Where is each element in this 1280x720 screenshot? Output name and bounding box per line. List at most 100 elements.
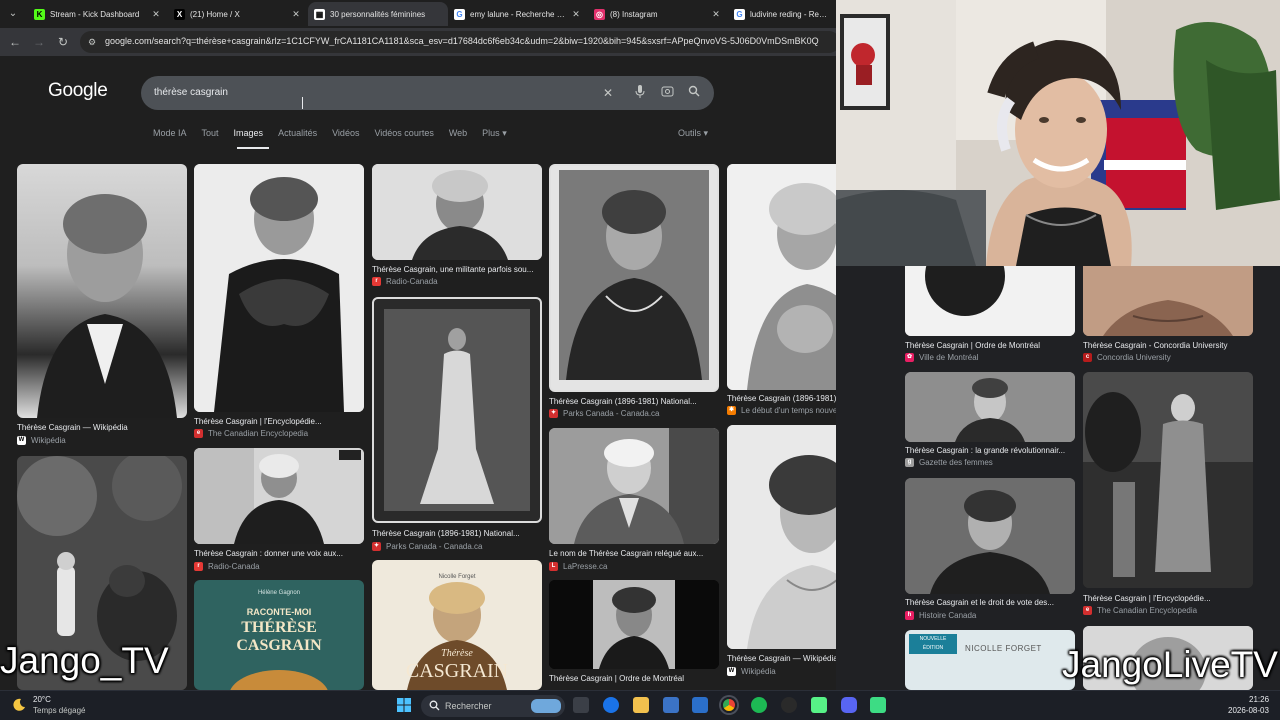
windows-start-icon[interactable] xyxy=(396,697,412,713)
result-caption[interactable]: Thérèse Casgrain — Wikipédia xyxy=(727,654,836,663)
forward-icon[interactable]: → xyxy=(31,34,47,50)
tab-ludivine-reding[interactable]: G ludivine reding - Recher xyxy=(728,2,836,26)
search-icon[interactable] xyxy=(686,85,702,101)
result-source[interactable]: c Concordia University xyxy=(1083,353,1253,362)
tab-tout[interactable]: Tout xyxy=(202,128,219,142)
reload-icon[interactable]: ↻ xyxy=(55,34,71,50)
address-bar[interactable]: ⚙ google.com/search?q=thérèse+casgrain&r… xyxy=(80,31,840,53)
tab-videos-courtes[interactable]: Vidéos courtes xyxy=(374,128,433,142)
file-explorer-icon[interactable] xyxy=(633,697,649,713)
search-tabs: Mode IA Tout Images Actualités Vidéos Vi… xyxy=(153,128,522,142)
camera-lens-icon[interactable] xyxy=(659,85,675,101)
book-cover-image[interactable]: Nicolle Forget Thérèse CASGRAIN xyxy=(372,560,542,690)
result-image[interactable] xyxy=(17,164,187,418)
edge-icon[interactable] xyxy=(603,697,619,713)
result-caption[interactable]: Thérèse Casgrain (1896-1981) - Le début … xyxy=(727,394,836,403)
store-icon[interactable] xyxy=(663,697,679,713)
tab-x-home[interactable]: X (21) Home / X ✕ xyxy=(168,2,308,26)
tab-actualites[interactable]: Actualités xyxy=(278,128,317,142)
result-image[interactable] xyxy=(372,297,542,523)
result-source[interactable]: r Radio-Canada xyxy=(372,277,542,286)
result-source[interactable]: e The Canadian Encyclopedia xyxy=(194,429,364,438)
close-tab-icon[interactable]: ✕ xyxy=(290,9,302,20)
result-source[interactable]: g Gazette des femmes xyxy=(905,458,1075,467)
search-box[interactable]: thérèse casgrain ✕ xyxy=(141,76,714,110)
app-icon[interactable] xyxy=(870,697,886,713)
task-view-icon[interactable] xyxy=(573,697,589,713)
result-source[interactable]: W Wikipédia xyxy=(727,667,836,676)
tab-search-icon[interactable]: ⌄ xyxy=(4,5,22,23)
clear-icon[interactable]: ✕ xyxy=(600,85,616,101)
taskbar-search[interactable]: Rechercher xyxy=(421,695,565,717)
result-source[interactable]: ✦ Parks Canada - Canada.ca xyxy=(372,542,542,551)
weather-description[interactable]: Temps dégagé xyxy=(33,706,85,715)
tab-videos[interactable]: Vidéos xyxy=(332,128,359,142)
result-source[interactable]: h Histoire Canada xyxy=(905,611,1075,620)
tab-personnalites[interactable]: ▦ 30 personnalités féminines xyxy=(308,2,448,26)
chrome-icon[interactable] xyxy=(721,697,737,713)
result-caption[interactable]: Thérèse Casgrain — Wikipédia xyxy=(17,423,187,432)
result-image[interactable] xyxy=(549,428,719,544)
tab-instagram[interactable]: ◎ (8) Instagram ✕ xyxy=(588,2,728,26)
result-source[interactable]: ✦ Parks Canada - Canada.ca xyxy=(549,409,719,418)
microphone-icon[interactable] xyxy=(632,85,648,101)
result-image[interactable] xyxy=(372,164,542,260)
result-caption[interactable]: Thérèse Casgrain | l'Encyclopédie... xyxy=(1083,594,1253,603)
result-source[interactable]: W Wikipédia xyxy=(17,436,187,445)
result-caption[interactable]: Thérèse Casgrain et le droit de vote des… xyxy=(905,598,1075,607)
weather-temperature[interactable]: 20°C xyxy=(33,695,51,704)
tab-mode-ia[interactable]: Mode IA xyxy=(153,128,187,142)
discord-icon[interactable] xyxy=(841,697,857,713)
result-image[interactable] xyxy=(549,164,719,392)
result-caption[interactable]: Thérèse Casgrain, une militante parfois … xyxy=(372,265,542,274)
result-image[interactable] xyxy=(905,478,1075,594)
result-image[interactable] xyxy=(549,580,719,669)
tab-web[interactable]: Web xyxy=(449,128,467,142)
result-caption[interactable]: Thérèse Casgrain | Ordre de Montréal xyxy=(905,341,1075,350)
result-image[interactable] xyxy=(194,448,364,544)
book-cover-image[interactable]: Hélène Gagnon RACONTE-MOI THÉRÈSE CASGRA… xyxy=(194,580,364,690)
result-image[interactable] xyxy=(905,266,1075,336)
site-info-icon[interactable]: ⚙ xyxy=(86,36,98,48)
tab-kick-dashboard[interactable]: K Stream - Kick Dashboard ✕ xyxy=(28,2,168,26)
back-icon[interactable]: ← xyxy=(7,34,23,50)
book-title: Thérèse xyxy=(441,648,473,659)
outlook-icon[interactable] xyxy=(692,697,708,713)
result-image[interactable] xyxy=(1083,266,1253,336)
result-caption[interactable]: Thérèse Casgrain : la grande révolutionn… xyxy=(905,446,1075,455)
book-cover-image[interactable]: NOUVELLE ÉDITION NICOLLE FORGET xyxy=(905,630,1075,690)
url-text[interactable]: google.com/search?q=thérèse+casgrain&rlz… xyxy=(105,36,835,46)
result-caption[interactable]: Thérèse Casgrain (1896-1981) National... xyxy=(372,529,542,538)
result-image[interactable] xyxy=(1083,372,1253,588)
result-caption[interactable]: Thérèse Casgrain : donner une voix aux..… xyxy=(194,549,364,558)
result-caption[interactable]: Thérèse Casgrain | Ordre de Montréal xyxy=(549,674,719,683)
clock-time[interactable]: 21:26 xyxy=(1249,695,1269,704)
google-logo[interactable]: Google xyxy=(48,80,108,102)
result-source[interactable]: ✱ Le début d'un temps nouveau / The... xyxy=(727,406,836,415)
clock-date[interactable]: 2026-08-03 xyxy=(1228,706,1269,715)
result-caption[interactable]: Thérèse Casgrain - Concordia University xyxy=(1083,341,1253,350)
result-image[interactable] xyxy=(727,425,836,649)
result-image[interactable] xyxy=(194,164,364,412)
close-tab-icon[interactable]: ✕ xyxy=(150,9,162,20)
tab-plus[interactable]: Plus ▾ xyxy=(482,128,507,142)
result-image[interactable] xyxy=(905,372,1075,442)
result-image[interactable] xyxy=(727,164,836,390)
result-source[interactable]: L LaPresse.ca xyxy=(549,562,719,571)
notepad-icon[interactable] xyxy=(811,697,827,713)
tab-images[interactable]: Images xyxy=(234,128,264,142)
result-source[interactable]: r Radio-Canada xyxy=(194,562,364,571)
close-tab-icon[interactable]: ✕ xyxy=(710,9,722,20)
result-source[interactable]: e The Canadian Encyclopedia xyxy=(1083,606,1253,615)
close-tab-icon[interactable]: ✕ xyxy=(570,9,582,20)
moon-weather-icon[interactable] xyxy=(12,698,26,712)
result-source[interactable]: ✿ Ville de Montréal xyxy=(905,353,1075,362)
result-caption[interactable]: Thérèse Casgrain | l'Encyclopédie... xyxy=(194,417,364,426)
search-input[interactable]: thérèse casgrain xyxy=(154,87,228,98)
tools-button[interactable]: Outils ▾ xyxy=(678,128,708,139)
spotify-icon[interactable] xyxy=(751,697,767,713)
result-caption[interactable]: Thérèse Casgrain (1896-1981) National... xyxy=(549,397,719,406)
result-caption[interactable]: Le nom de Thérèse Casgrain relégué aux..… xyxy=(549,549,719,558)
tab-emy-lalune[interactable]: G emy lalune - Recherche Go ✕ xyxy=(448,2,588,26)
steam-icon[interactable] xyxy=(781,697,797,713)
